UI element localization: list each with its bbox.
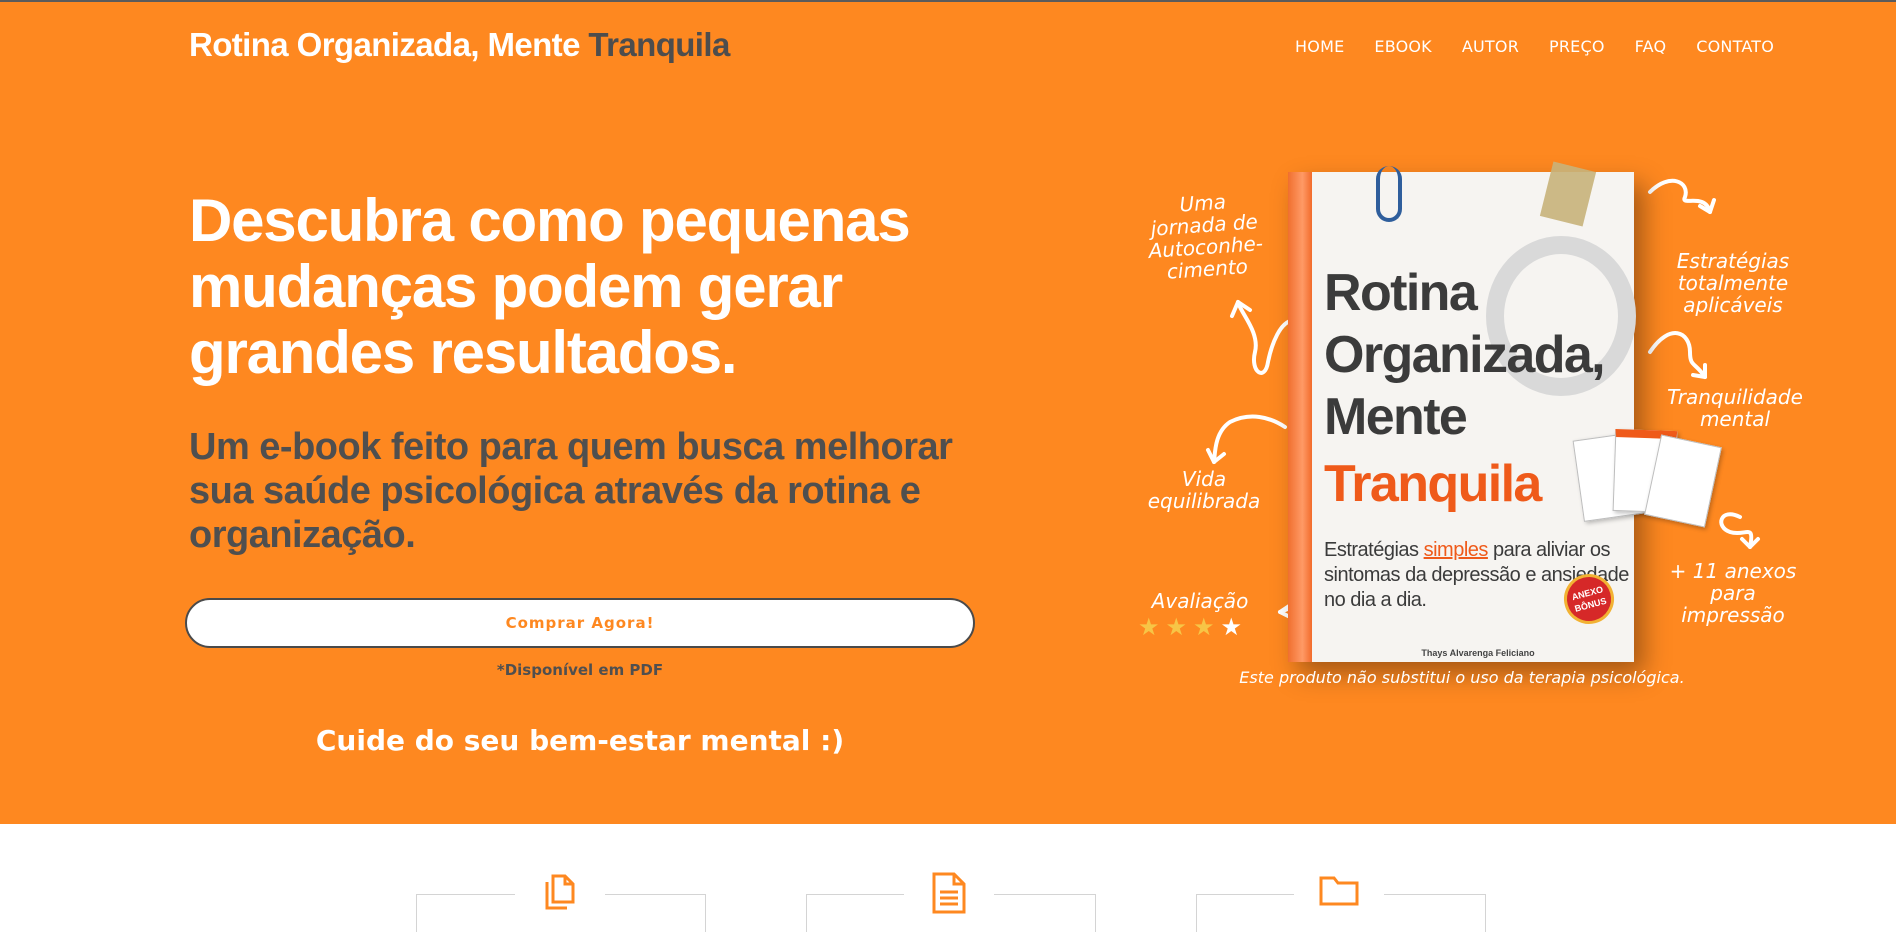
note-balance: Vida equilibrada <box>1147 467 1261 513</box>
folder-icon <box>1294 872 1384 922</box>
arrow-calm <box>1648 331 1707 379</box>
hero-headline: Descubra como pequenas mudanças podem ge… <box>189 187 911 386</box>
tape-decoration <box>1539 161 1597 227</box>
annex-documents <box>1572 428 1722 528</box>
note-rating: Avaliação <box>1151 589 1249 613</box>
main-nav: HOME EBOOK AUTOR PREÇO FAQ CONTATO <box>1295 37 1774 56</box>
copy-icon <box>515 872 605 922</box>
star-icon: ★ <box>1138 614 1160 641</box>
hero-section: Rotina Organizada, Mente Tranquila HOME … <box>0 0 1896 824</box>
rating-stars: ★ ★ ★ ★ <box>1138 616 1242 640</box>
note-annexes: + 11 anexos para impressão <box>1669 559 1797 627</box>
brand-main: Rotina Organizada, Mente <box>189 26 580 63</box>
brand-accent: Tranquila <box>588 26 730 63</box>
document-icon <box>904 872 994 922</box>
star-icon: ★ <box>1220 614 1243 641</box>
note-journey: Uma jornada de Autoconhe-cimento <box>1147 189 1264 284</box>
nav-ebook[interactable]: EBOOK <box>1374 37 1431 56</box>
nav-preco[interactable]: PREÇO <box>1549 37 1605 56</box>
book-author: Thays Alvarenga Feliciano <box>1421 648 1535 658</box>
pdf-availability-note: *Disponível em PDF <box>496 661 664 679</box>
star-icon: ★ <box>1193 614 1215 641</box>
star-icon: ★ <box>1165 614 1188 641</box>
nav-home[interactable]: HOME <box>1295 37 1344 56</box>
book-tagline-highlight: simples <box>1423 539 1489 561</box>
wellbeing-tagline: Cuide do seu bem-estar mental :) <box>315 724 845 757</box>
book-title: Rotina Organizada, Mente <box>1324 264 1606 446</box>
note-calm: Tranquilidade mental <box>1667 385 1803 431</box>
book-spine <box>1288 172 1312 662</box>
site-logo[interactable]: Rotina Organizada, Mente Tranquila <box>189 26 730 64</box>
nav-faq[interactable]: FAQ <box>1635 37 1667 56</box>
nav-contato[interactable]: CONTATO <box>1696 37 1774 56</box>
paperclip-icon <box>1376 166 1402 222</box>
hero-subhead: Um e-book feito para quem busca melhorar… <box>189 426 953 556</box>
note-strategies: Estratégias totalmente aplicáveis <box>1676 249 1790 317</box>
book-tagline-start: Estratégias <box>1324 539 1424 561</box>
therapy-disclaimer: Este produto não substitui o uso da tera… <box>1239 668 1685 687</box>
buy-now-button[interactable]: Comprar Agora! <box>185 598 975 648</box>
nav-autor[interactable]: AUTOR <box>1462 37 1519 56</box>
ebook-cover: Rotina Organizada, Mente Tranquila Estra… <box>1288 161 1636 662</box>
